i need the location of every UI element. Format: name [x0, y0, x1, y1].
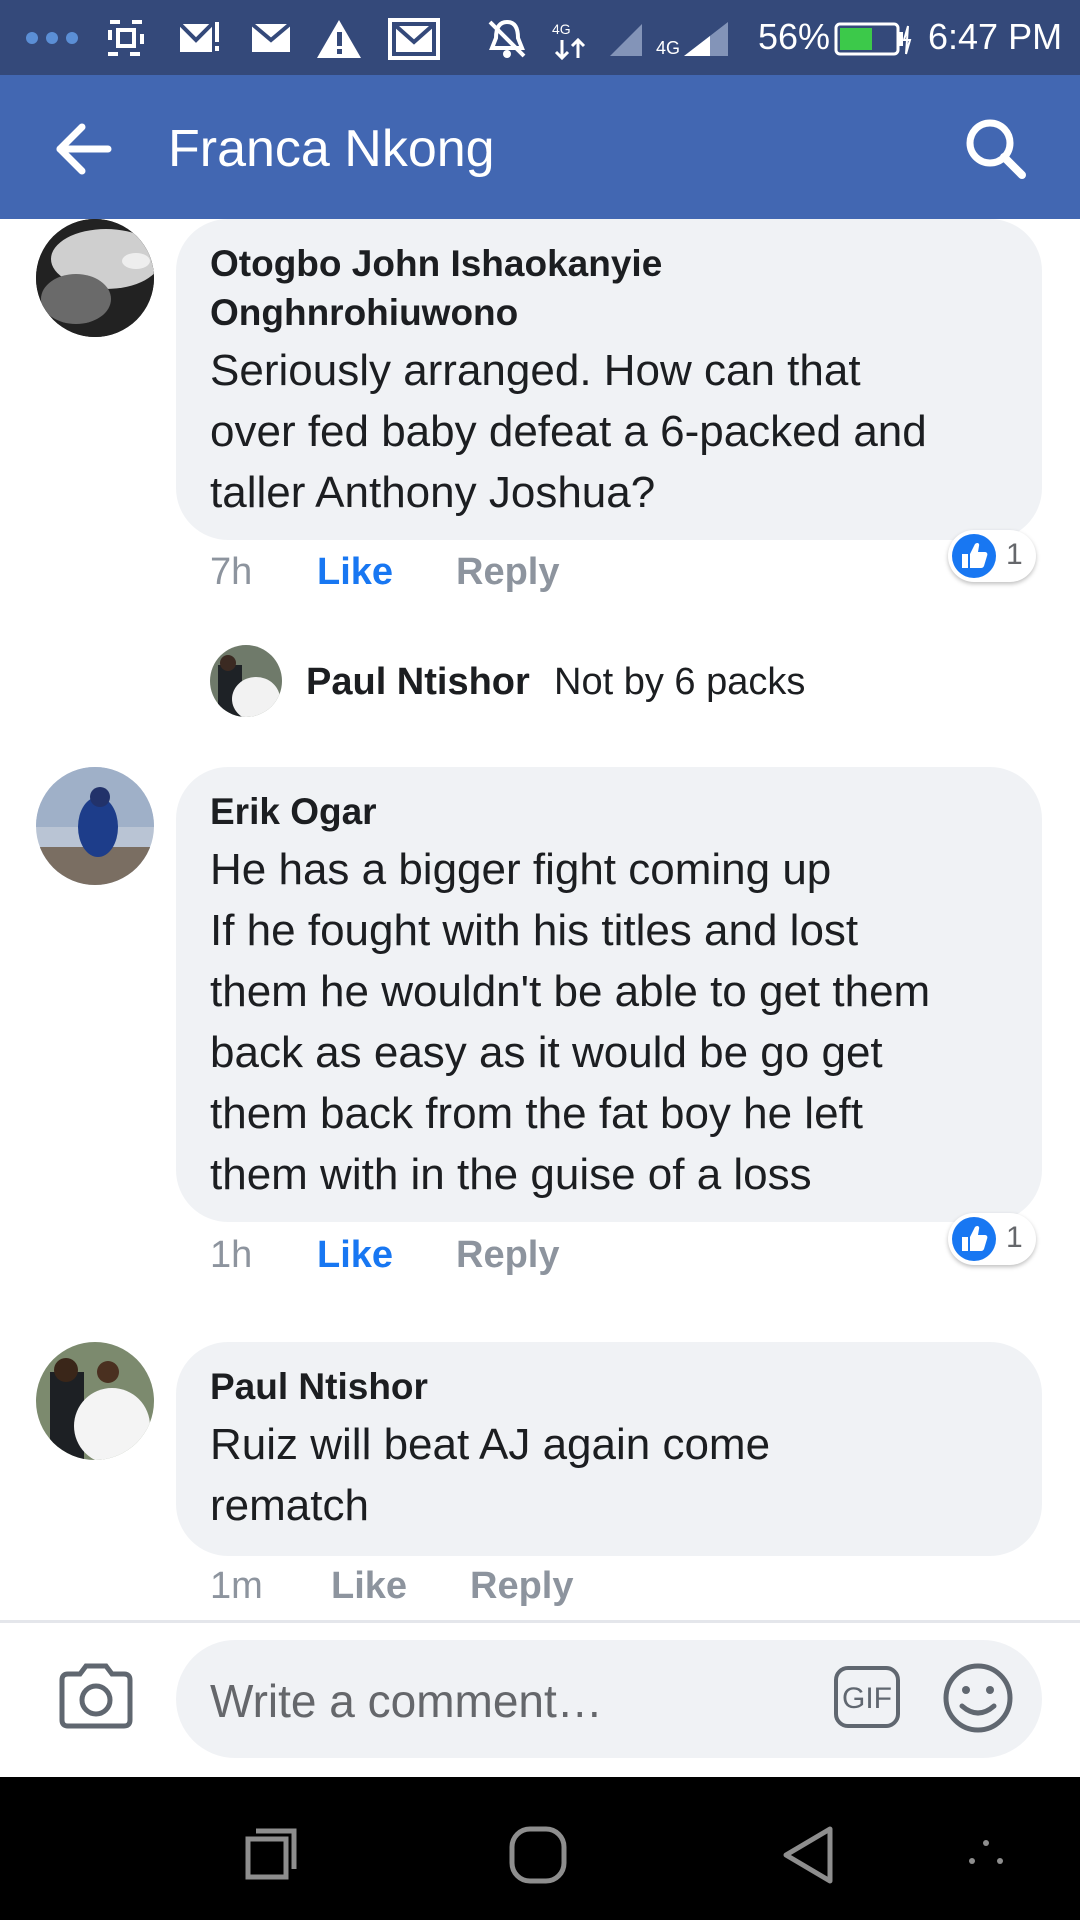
avatar[interactable]: [36, 219, 154, 337]
comment-time: 1m: [210, 1565, 263, 1607]
comment-line: He has a bigger fight coming up: [210, 845, 832, 894]
mute-icon: [488, 19, 526, 58]
page-title: Franca Nkong: [168, 120, 495, 178]
more-notifications-icon: [26, 32, 78, 44]
app-bar: Franca Nkong: [0, 75, 1080, 219]
comment-author[interactable]: Otogbo John Ishaokanyie Onghnrohiuwono: [210, 239, 662, 337]
smiley-icon[interactable]: [942, 1662, 1014, 1734]
comment-line: If he fought with his titles and lost: [210, 906, 859, 955]
warning-icon: [317, 20, 361, 58]
comment-bubble: Paul Ntishor Ruiz will beat AJ again com…: [176, 1342, 1042, 1556]
comment-line: Ruiz will beat AJ again come: [210, 1420, 771, 1469]
comment-line: them with in the guise of a loss: [210, 1150, 812, 1199]
reaction-count: 1: [1006, 1221, 1023, 1254]
home-icon[interactable]: [508, 1825, 568, 1885]
comment-text: He has a bigger fight coming up If he fo…: [210, 839, 930, 1205]
avatar-photo: [36, 767, 154, 885]
comment-line: them he wouldn't be able to get them: [210, 967, 931, 1016]
battery-percent: 56%: [758, 16, 831, 57]
comment-text: Ruiz will beat AJ again come rematch: [210, 1414, 770, 1536]
comment-placeholder: Write a comment…: [210, 1675, 603, 1727]
reply-button[interactable]: Reply: [470, 1565, 573, 1608]
reply-button[interactable]: Reply: [456, 551, 559, 594]
status-bar: 4G 4G 56% 6:47 PM: [0, 0, 1080, 75]
comment-time: 1h: [210, 1234, 253, 1276]
like-button[interactable]: Like: [331, 1565, 407, 1608]
avatar[interactable]: [36, 767, 154, 885]
gif-label: GIF: [842, 1682, 892, 1715]
signal-icon-1: [610, 24, 642, 56]
comment-line: rematch: [210, 1481, 369, 1530]
gif-icon[interactable]: GIF: [834, 1666, 900, 1728]
comment-input[interactable]: Write a comment… GIF: [176, 1640, 1042, 1758]
arrow-left-icon[interactable]: [54, 121, 114, 177]
gmail-alert-icon: [178, 22, 219, 52]
comment-line: back as easy as it would be go get: [210, 1028, 883, 1077]
comment-author[interactable]: Erik Ogar: [210, 787, 377, 836]
reaction-count: 1: [1006, 538, 1023, 571]
thumbs-up-icon: [952, 1217, 996, 1261]
avatar[interactable]: [36, 1342, 154, 1460]
reaction-summary[interactable]: 1: [948, 530, 1036, 582]
menu-dots-icon[interactable]: [966, 1837, 1006, 1867]
comment-line: Seriously arranged. How can that: [210, 346, 861, 395]
reply-button[interactable]: Reply: [456, 1234, 559, 1277]
thumbs-up-icon: [952, 534, 996, 578]
search-icon[interactable]: [964, 117, 1028, 181]
svg-text:4G: 4G: [552, 21, 571, 37]
comment-time: 7h: [210, 551, 253, 593]
camera-icon[interactable]: [58, 1662, 134, 1730]
like-button[interactable]: Like: [317, 1234, 393, 1277]
recents-icon[interactable]: [244, 1827, 298, 1881]
svg-text:4G: 4G: [656, 38, 680, 58]
comment-bubble: Erik Ogar He has a bigger fight coming u…: [176, 767, 1042, 1222]
author-line: Otogbo John Ishaokanyie: [210, 243, 663, 284]
triangle-back-icon[interactable]: [780, 1825, 836, 1885]
signal-icon-2: 4G: [656, 22, 728, 58]
author-line: Onghnrohiuwono: [210, 292, 519, 333]
reaction-summary[interactable]: 1: [948, 1213, 1036, 1265]
reply-text[interactable]: Not by 6 packs: [554, 661, 805, 704]
comment-author[interactable]: Paul Ntishor: [210, 1362, 428, 1411]
gmail-icon: [388, 18, 440, 60]
comment-line: over fed baby defeat a 6-packed and: [210, 407, 927, 456]
comment-bubble: Otogbo John Ishaokanyie Onghnrohiuwono S…: [176, 219, 1042, 540]
clock: 6:47 PM: [928, 16, 1063, 57]
avatar-photo: [36, 1342, 154, 1460]
comment-line: taller Anthony Joshua?: [210, 468, 656, 517]
system-nav-bar: [0, 1777, 1080, 1920]
battery-charging-icon: [834, 22, 912, 56]
screenshot-icon: [108, 20, 144, 56]
avatar-photo: [36, 219, 154, 337]
avatar-photo: [210, 645, 282, 717]
reply-avatar[interactable]: [210, 645, 282, 717]
comment-text: Seriously arranged. How can that over fe…: [210, 340, 927, 523]
like-button[interactable]: Like: [317, 551, 393, 594]
data-transfer-icon: 4G: [552, 21, 586, 60]
reply-author[interactable]: Paul Ntishor: [306, 661, 530, 704]
email-icon: [250, 22, 292, 52]
comment-line: them back from the fat boy he left: [210, 1089, 863, 1138]
